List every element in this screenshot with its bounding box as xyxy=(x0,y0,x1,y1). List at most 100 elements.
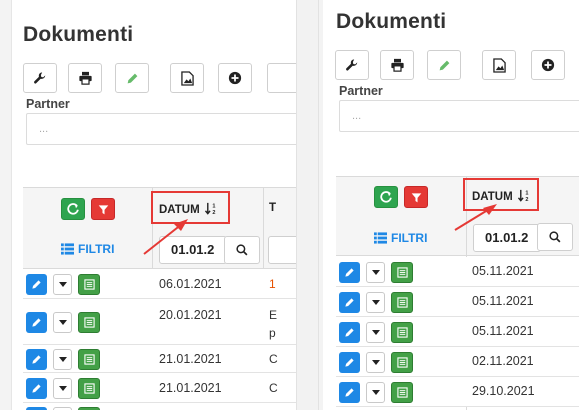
pencil-icon xyxy=(345,358,354,367)
row-document-button[interactable] xyxy=(391,382,413,403)
document-list-icon xyxy=(396,327,408,338)
filtri-toggle[interactable]: FILTRI xyxy=(374,231,427,245)
caret-down-icon xyxy=(58,282,67,287)
edit-button[interactable] xyxy=(427,50,461,80)
row-edit-button[interactable] xyxy=(26,274,47,295)
row-date: 21.01.2021 xyxy=(159,352,222,366)
table-row[interactable] xyxy=(23,403,296,410)
row-dropdown-button[interactable] xyxy=(366,352,385,373)
row-document-button[interactable] xyxy=(78,274,100,295)
next-filter-input[interactable] xyxy=(268,236,296,264)
row-edit-button[interactable] xyxy=(339,292,360,313)
partner-input[interactable]: ... xyxy=(339,100,579,132)
table-row[interactable]: 20.01.2021 E p xyxy=(23,299,296,345)
row-document-button[interactable] xyxy=(78,378,100,399)
add-button[interactable] xyxy=(531,50,565,80)
plus-circle-icon xyxy=(228,71,242,85)
search-icon xyxy=(236,244,248,256)
filtri-toggle[interactable]: FILTRI xyxy=(61,242,114,256)
row-document-button[interactable] xyxy=(78,312,100,333)
row-edit-button[interactable] xyxy=(339,382,360,403)
pencil-icon xyxy=(32,318,41,327)
add-button[interactable] xyxy=(218,63,252,93)
pencil-icon xyxy=(345,298,354,307)
refresh-button[interactable] xyxy=(374,186,398,208)
row-dropdown-button[interactable] xyxy=(53,312,72,333)
print-button[interactable] xyxy=(68,63,102,93)
document-list-icon xyxy=(83,317,95,328)
export-file-button[interactable] xyxy=(482,50,516,80)
row-dropdown-button[interactable] xyxy=(53,349,72,370)
caret-down-icon xyxy=(371,360,380,365)
row-edit-button[interactable] xyxy=(339,322,360,343)
row-extra-2: p xyxy=(269,326,276,340)
row-edit-button[interactable] xyxy=(339,262,360,283)
row-edit-button[interactable] xyxy=(26,312,47,333)
settings-button[interactable] xyxy=(335,50,369,80)
caret-down-icon xyxy=(371,330,380,335)
table-row[interactable]: 21.01.2021 C xyxy=(23,373,296,403)
table-row[interactable]: 05.11.2021 xyxy=(336,287,579,317)
row-edit-button[interactable] xyxy=(339,352,360,373)
right-screenshot-panel: Dokumenti Partner ... DATUM 12 FILTRI 01… xyxy=(319,0,579,410)
print-button[interactable] xyxy=(380,50,414,80)
document-list-icon xyxy=(396,387,408,398)
row-edit-button[interactable] xyxy=(26,378,47,399)
row-document-button[interactable] xyxy=(391,352,413,373)
table-row[interactable]: 06.01.2021 1 xyxy=(23,269,296,299)
partner-input[interactable]: ... xyxy=(26,113,296,145)
partner-label: Partner xyxy=(26,97,70,111)
table-row[interactable]: 05.11.2021 xyxy=(336,257,579,287)
clear-filter-button[interactable] xyxy=(91,198,115,220)
clear-filter-button[interactable] xyxy=(404,186,428,208)
search-button[interactable] xyxy=(537,223,573,251)
caret-down-icon xyxy=(371,390,380,395)
table-row[interactable]: 21.01.2021 C xyxy=(23,345,296,373)
refresh-icon xyxy=(67,203,79,215)
table-row[interactable]: 02.11.2021 xyxy=(336,347,579,377)
row-document-button[interactable] xyxy=(391,322,413,343)
row-document-button[interactable] xyxy=(391,292,413,313)
table-row[interactable]: 05.11.2021 xyxy=(336,317,579,347)
row-dropdown-button[interactable] xyxy=(53,378,72,399)
list-icon xyxy=(61,243,74,255)
settings-button[interactable] xyxy=(23,63,57,93)
row-dropdown-button[interactable] xyxy=(366,292,385,313)
refresh-icon xyxy=(380,191,392,203)
right-edge-strip xyxy=(319,0,323,410)
caret-down-icon xyxy=(58,386,67,391)
filter-icon xyxy=(411,192,421,202)
next-column-header[interactable]: T xyxy=(269,202,276,214)
row-dropdown-button[interactable] xyxy=(366,262,385,283)
row-document-button[interactable] xyxy=(391,262,413,283)
file-image-icon xyxy=(492,57,506,73)
edit-button[interactable] xyxy=(115,63,149,93)
pencil-icon xyxy=(345,328,354,337)
caret-down-icon xyxy=(58,357,67,362)
row-document-button[interactable] xyxy=(78,349,100,370)
refresh-button[interactable] xyxy=(61,198,85,220)
table-row[interactable]: 29.10.2021 xyxy=(336,377,579,407)
row-dropdown-button[interactable] xyxy=(366,382,385,403)
row-extra: C xyxy=(269,352,278,366)
row-dropdown-button[interactable] xyxy=(53,274,72,295)
search-button[interactable] xyxy=(224,236,260,264)
export-file-button[interactable] xyxy=(170,63,204,93)
panel-separator xyxy=(296,0,319,410)
page-title: Dokumenti xyxy=(336,10,447,33)
left-edge-strip xyxy=(0,0,12,410)
document-list-icon xyxy=(83,279,95,290)
pencil-icon xyxy=(439,60,449,70)
pencil-icon xyxy=(32,280,41,289)
partner-label: Partner xyxy=(339,84,383,98)
print-icon xyxy=(390,58,404,72)
more-toolbar-button[interactable] xyxy=(267,63,296,93)
row-dropdown-button[interactable] xyxy=(366,322,385,343)
row-edit-button[interactable] xyxy=(26,349,47,370)
document-list-icon xyxy=(396,357,408,368)
wrench-icon xyxy=(34,72,46,84)
print-icon xyxy=(78,71,92,85)
row-extra: C xyxy=(269,381,278,395)
annotation-arrow xyxy=(143,219,188,255)
pencil-icon xyxy=(32,355,41,364)
